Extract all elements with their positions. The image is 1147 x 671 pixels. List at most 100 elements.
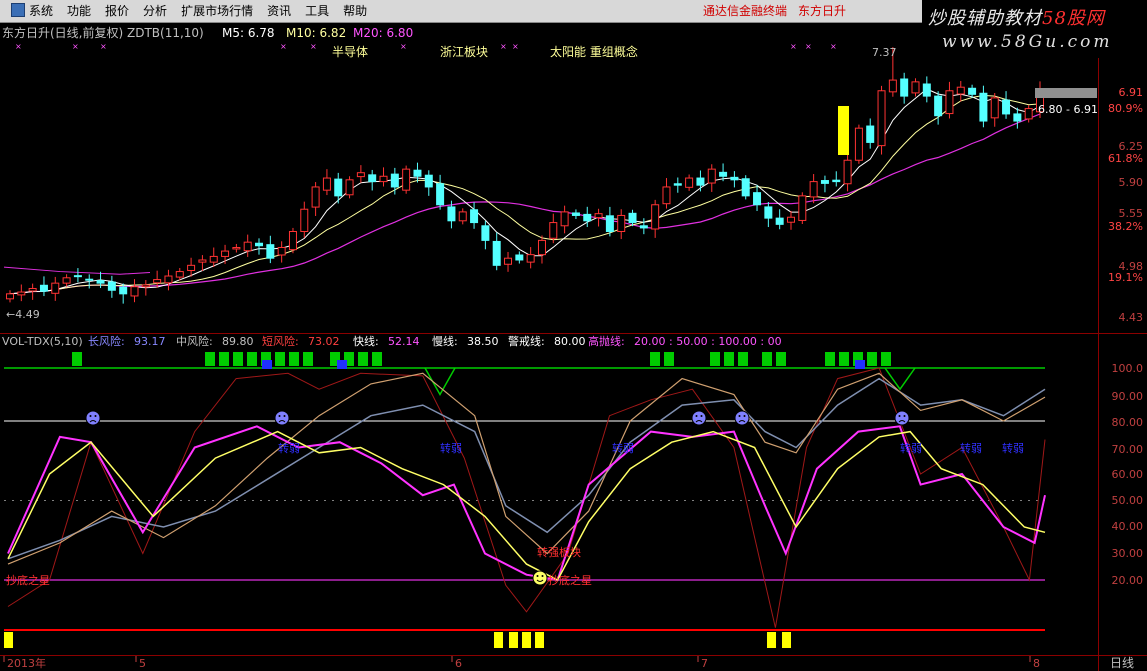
candle-down (719, 171, 728, 177)
kline-chart[interactable]: 东方日升(日线,前复权) ZDTB(11,10) M5: 6.78 M10: 6.8… (0, 22, 1147, 671)
candle-up (187, 264, 196, 271)
marker-star: × (512, 42, 519, 51)
candle-up (51, 282, 60, 294)
menu-item-2[interactable]: 报价 (98, 0, 136, 22)
face-disc (734, 410, 750, 426)
high-price-label: 7.37 (872, 46, 897, 59)
candle-up (277, 247, 286, 256)
candle-up (458, 211, 467, 222)
menu-item-1[interactable]: 功能 (60, 0, 98, 22)
xaxis-label: 8 (1033, 657, 1040, 670)
price-axis-label: 19.1% (1108, 271, 1143, 284)
candle-down (368, 174, 377, 183)
indicator-axis-label: 40.00 (1112, 520, 1144, 533)
bottom-star-label-mid: 抄底之星 (548, 573, 592, 587)
green-signal-block (247, 352, 257, 366)
candle-down (775, 217, 784, 225)
indicator-field-label-0: 长风险: (88, 334, 125, 348)
menu-item-3[interactable]: 分析 (136, 0, 174, 22)
indicator-field-value-5: 80.00 (554, 335, 586, 348)
candle-up (685, 177, 694, 188)
candle-down (968, 87, 977, 95)
face-eye (898, 415, 901, 417)
face-eye (700, 415, 703, 417)
candle-down (119, 286, 128, 295)
indicator-axis-label: 50.00 (1112, 494, 1144, 507)
candle-down (39, 284, 48, 292)
candle-up (288, 230, 297, 251)
candle-up (28, 287, 37, 292)
weak-signal-label: 转弱 (278, 441, 300, 455)
price-panel-title: 东方日升(日线,前复权) ZDTB(11,10) (2, 25, 204, 40)
candle-up (990, 97, 999, 119)
candle-down (753, 192, 762, 206)
face-eye (278, 415, 281, 417)
menu-item-0[interactable]: 系统 (4, 0, 60, 22)
face-disc (274, 410, 290, 426)
brand-watermark: 炒股辅助教材58股网 www.58Gu.com (922, 0, 1147, 58)
green-signal-block (650, 352, 660, 366)
candle-down (673, 183, 682, 186)
price-axis-label: 38.2% (1108, 220, 1143, 233)
concept-semiconductor: 半导体 (332, 45, 368, 59)
candle-up (221, 250, 230, 257)
candle-down (413, 169, 422, 177)
yellow-signal-block (522, 632, 531, 648)
face-eye (738, 415, 741, 417)
candle-down (1002, 99, 1011, 115)
stock-name-label: 东方日升 (798, 4, 847, 18)
candle-down (436, 183, 445, 206)
menu-item-6[interactable]: 工具 (298, 0, 336, 22)
indicator-field-value-4: 38.50 (467, 335, 499, 348)
green-signal-block (839, 352, 849, 366)
face-disc (85, 410, 101, 426)
yellow-signal-block (4, 632, 13, 648)
bottom-star-label-left: 抄底之星 (6, 573, 50, 587)
candle-up (537, 239, 546, 256)
candle-up (617, 214, 626, 232)
candle-down (900, 78, 909, 97)
candle-down (424, 174, 433, 188)
ma10-label: M10: 6.82 (286, 26, 346, 40)
candle-up (311, 186, 320, 208)
marker-star: × (100, 42, 107, 51)
candle-up (322, 177, 331, 191)
candle-down (334, 178, 343, 197)
ma5-label: M5: 6.78 (222, 26, 275, 40)
indicator-field-label-4: 慢线: (432, 334, 458, 348)
indicator-field-label-3: 快线: (353, 334, 379, 348)
broker-label: 通达信金融终端 (703, 4, 788, 18)
menu-item-4[interactable]: 扩展市场行情 (174, 0, 260, 22)
menu-item-7[interactable]: 帮助 (336, 0, 374, 22)
smile-face-icon (532, 570, 548, 586)
candle-down (628, 212, 637, 224)
candle-up (651, 204, 660, 230)
candle-down (605, 215, 614, 232)
price-axis-label: 80.9% (1108, 102, 1143, 115)
period-label[interactable]: 日线 (1110, 656, 1134, 670)
indicator-axis-label: 80.00 (1112, 416, 1144, 429)
green-dip (424, 367, 456, 397)
candle-down (255, 242, 264, 247)
indicator-title: VOL-TDX(5,10) (2, 335, 83, 348)
frown-face-icon (894, 410, 910, 426)
candle-up (232, 247, 241, 250)
candle-up (526, 254, 535, 263)
indicator-field-label-5: 警戒线: (508, 334, 545, 348)
candle-up (379, 175, 388, 183)
weak-signal-label: 转弱 (612, 441, 634, 455)
candle-up (300, 208, 309, 232)
menu-item-5[interactable]: 资讯 (260, 0, 298, 22)
xaxis-label: 6 (455, 657, 462, 670)
candle-up (809, 181, 818, 198)
weak-signal-label: 转弱 (440, 441, 462, 455)
face-disc (532, 570, 548, 586)
candle-down (470, 209, 479, 224)
ma20-label: M20: 6.80 (353, 26, 413, 40)
green-signal-block (205, 352, 215, 366)
green-signal-block (867, 352, 877, 366)
green-signal-block (372, 352, 382, 366)
candle-up (798, 195, 807, 221)
yellow-signal-block (509, 632, 518, 648)
candle-down (922, 83, 931, 97)
